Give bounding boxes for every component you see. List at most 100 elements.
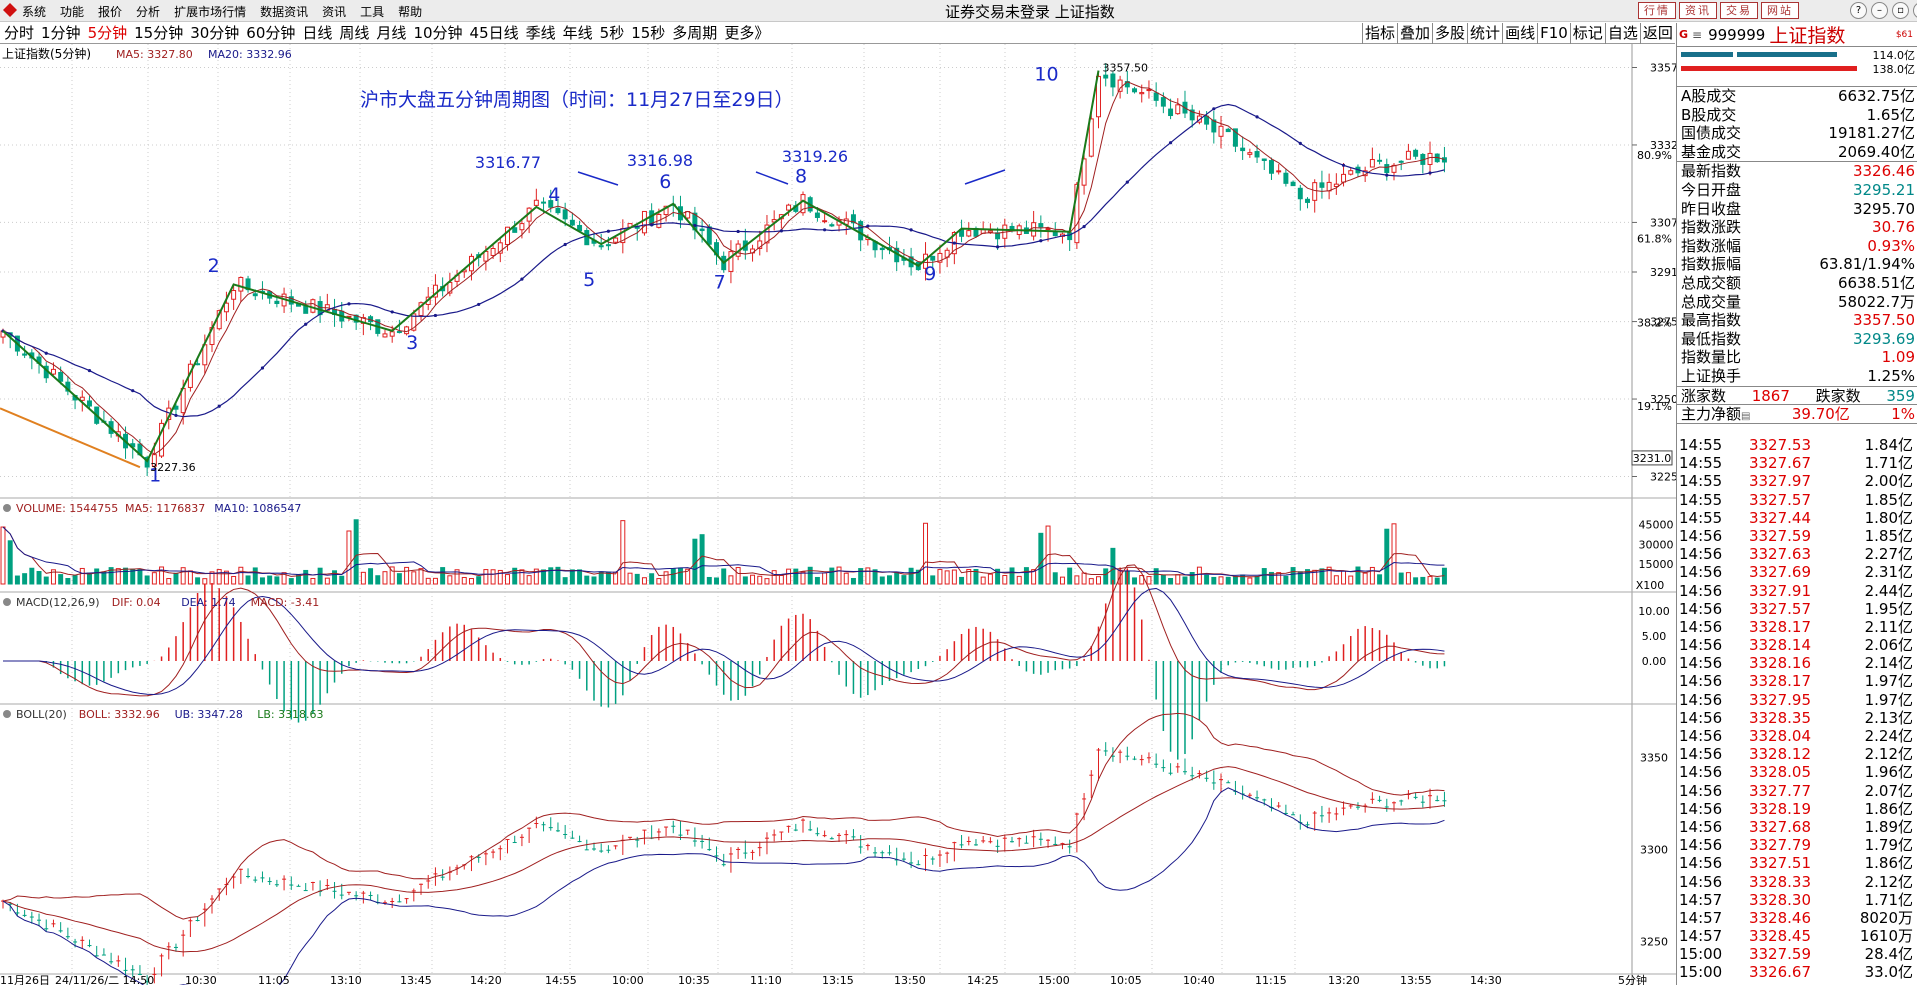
- period-tab-2[interactable]: 5分钟: [88, 24, 128, 42]
- ext-button-1[interactable]: 资讯: [1679, 2, 1717, 19]
- volume-bar: [1160, 574, 1166, 585]
- fib-tick: 38.2%: [1637, 316, 1672, 329]
- period-tab-0[interactable]: 分时: [4, 24, 34, 42]
- tick-time: 14:56: [1679, 817, 1723, 836]
- period-tab-5[interactable]: 60分钟: [246, 24, 295, 42]
- volume-bar: [1096, 576, 1101, 585]
- ext-button-2[interactable]: 交易: [1720, 2, 1758, 19]
- tool-button-8[interactable]: 返回: [1639, 23, 1675, 44]
- menu-item-7[interactable]: 工具: [360, 3, 384, 20]
- period-tab-14[interactable]: 15秒: [631, 24, 665, 42]
- period-tab-1[interactable]: 1分钟: [41, 24, 81, 42]
- volume-bar: [923, 522, 929, 585]
- ext-button-3[interactable]: 网站: [1761, 2, 1799, 19]
- tick-row: 14:56 3328.17 1.97亿: [1677, 672, 1917, 690]
- period-tab-7[interactable]: 周线: [339, 24, 369, 42]
- kline-chart-area[interactable]: 335733323307329132753250322580.9%61.8%38…: [0, 44, 1676, 985]
- volume-bar: [317, 567, 323, 585]
- volume-bar: [267, 575, 273, 585]
- period-tab-10[interactable]: 45日线: [470, 24, 519, 42]
- volume-bar: [375, 575, 381, 585]
- volume-bar: [742, 576, 748, 585]
- volume-bar: [1196, 566, 1202, 585]
- candle: [1023, 220, 1029, 234]
- menu-item-1[interactable]: 功能: [60, 3, 84, 20]
- tick-list[interactable]: 14:55 3327.53 1.84亿 14:55 3327.67 1.71亿 14:55 3…: [1677, 436, 1917, 982]
- volume-bar: [382, 571, 388, 585]
- help-button[interactable]: ?: [1850, 2, 1867, 19]
- menu-lines-icon[interactable]: ≡: [1692, 28, 1702, 42]
- volume-bar: [663, 571, 669, 585]
- menu-item-2[interactable]: 报价: [98, 3, 122, 20]
- period-tab-4[interactable]: 30分钟: [190, 24, 239, 42]
- period-tab-3[interactable]: 15分钟: [134, 24, 183, 42]
- menu-item-4[interactable]: 扩展市场行情: [174, 3, 246, 20]
- period-tab-15[interactable]: 多周期: [672, 24, 717, 42]
- stat-label: 指数涨幅: [1681, 236, 1742, 255]
- volume-bar: [1211, 576, 1217, 585]
- tick-amount: 28.4亿: [1864, 945, 1913, 964]
- tick-amount: 1.80亿: [1864, 508, 1913, 527]
- tool-button-5[interactable]: F10: [1537, 23, 1570, 44]
- volume-bar: [72, 575, 78, 585]
- index-stats: 最新指数 3326.46 今日开盘 3295.21 昨日收盘 3295.70 指数涨跌 30.…: [1677, 162, 1917, 387]
- period-tab-16[interactable]: 更多》: [724, 24, 769, 42]
- tick-row: 14:56 3327.79 1.79亿: [1677, 836, 1917, 854]
- tool-button-4[interactable]: 画线: [1502, 23, 1537, 44]
- tick-amount: 1.71亿: [1864, 454, 1913, 473]
- tick-price: 3328.05: [1748, 763, 1811, 782]
- volume-bar: [404, 566, 410, 585]
- volume-bar: [627, 572, 633, 585]
- expand-icon[interactable]: ▤: [1741, 411, 1750, 422]
- minimize-button[interactable]: –: [1871, 2, 1888, 19]
- close-button[interactable]: ×: [1913, 2, 1917, 19]
- candle: [598, 233, 604, 250]
- volume-bar: [887, 575, 892, 585]
- stat-label: 国债成交: [1681, 124, 1742, 143]
- volume-bar: [288, 578, 294, 585]
- period-tab-11[interactable]: 季线: [526, 24, 556, 42]
- volume-bar: [79, 567, 85, 585]
- stat-row: 指数涨幅 0.93%: [1677, 237, 1917, 256]
- period-tab-13[interactable]: 5秒: [600, 24, 625, 42]
- ext-button-0[interactable]: 行情: [1638, 2, 1676, 19]
- tick-price: 3328.17: [1748, 617, 1811, 636]
- volume-bar: [483, 569, 489, 585]
- menu-item-0[interactable]: 系统: [22, 3, 46, 20]
- volume-bar: [173, 572, 179, 585]
- period-tab-12[interactable]: 年线: [563, 24, 593, 42]
- volume-bar: [1189, 572, 1195, 585]
- menu-item-6[interactable]: 资讯: [322, 3, 346, 20]
- tool-button-7[interactable]: 自选: [1604, 23, 1640, 44]
- panel-label: BOLL: 3332.96: [79, 708, 160, 721]
- tool-button-0[interactable]: 指标: [1362, 23, 1397, 44]
- menu-item-3[interactable]: 分析: [136, 3, 160, 20]
- tool-button-2[interactable]: 多股: [1432, 23, 1467, 44]
- period-tab-8[interactable]: 月线: [376, 24, 406, 42]
- candle: [1384, 158, 1390, 181]
- time-axis-tick: 14:25: [967, 974, 999, 985]
- menu-item-5[interactable]: 数据资讯: [260, 3, 308, 20]
- tool-button-6[interactable]: 标记: [1569, 23, 1605, 44]
- tick-price: 3328.30: [1748, 890, 1811, 909]
- volume-bar: [1067, 567, 1073, 585]
- stock-name: 上证指数: [1769, 25, 1846, 47]
- tool-button-1[interactable]: 叠加: [1397, 23, 1432, 44]
- volume-bar: [714, 577, 719, 585]
- tool-button-3[interactable]: 统计: [1467, 23, 1502, 44]
- maximize-button[interactable]: ▫: [1892, 2, 1909, 19]
- volume-bar: [879, 576, 885, 585]
- volume-bar: [1369, 566, 1375, 585]
- period-tab-9[interactable]: 10分钟: [413, 24, 462, 42]
- period-tab-6[interactable]: 日线: [302, 24, 332, 42]
- menu-item-8[interactable]: 帮助: [398, 3, 422, 20]
- volume-bar: [1377, 574, 1383, 585]
- volume-bar: [65, 578, 71, 585]
- volume-bar: [1398, 572, 1404, 585]
- tick-price: 3327.51: [1748, 854, 1811, 873]
- volume-bar: [757, 575, 763, 585]
- candle: [1182, 90, 1188, 119]
- volume-bar: [1355, 566, 1361, 585]
- candle: [65, 375, 71, 396]
- stat-value: 1.65亿: [1866, 105, 1915, 124]
